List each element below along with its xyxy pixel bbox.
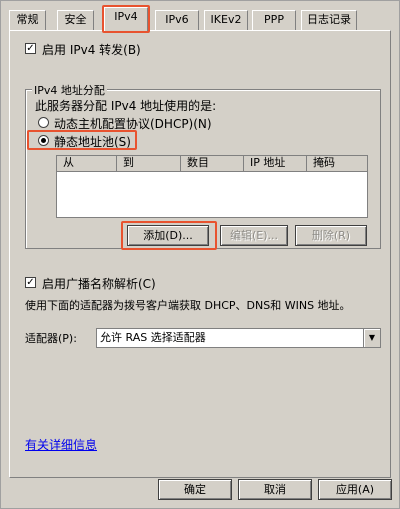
tab-security[interactable]: 安全 (57, 10, 94, 30)
adapter-select-value: 允许 RAS 选择适配器 (100, 331, 206, 344)
apply-button[interactable]: 应用(A) (318, 479, 392, 500)
column-header-ip-address[interactable]: IP 地址 (244, 156, 307, 172)
ipv4-forwarding-label: 启用 IPv4 转发(B) (42, 43, 141, 57)
address-pool-list[interactable]: 从 到 数目 IP 地址 掩码 (56, 155, 368, 218)
column-header-mask[interactable]: 掩码 (307, 156, 367, 172)
tab-ipv6[interactable]: IPv6 (155, 10, 199, 30)
column-header-from[interactable]: 从 (57, 156, 117, 172)
ok-button[interactable]: 确定 (158, 479, 232, 500)
delete-button[interactable]: 删除(R) (295, 225, 367, 246)
tab-ikev2[interactable]: IKEv2 (204, 10, 248, 30)
more-info-link[interactable]: 有关详细信息 (25, 436, 97, 453)
ipv4-forwarding-checkbox[interactable]: ✓ (25, 43, 36, 54)
column-header-to[interactable]: 到 (117, 156, 181, 172)
cancel-button[interactable]: 取消 (238, 479, 312, 500)
column-header-count[interactable]: 数目 (181, 156, 244, 172)
adapter-select[interactable]: 允许 RAS 选择适配器 ▼ (96, 328, 381, 348)
chevron-down-icon[interactable]: ▼ (363, 329, 380, 347)
address-group-description: 此服务器分配 IPv4 地址使用的是: (35, 99, 217, 113)
adapter-description: 使用下面的适配器为拨号客户端获取 DHCP、DNS和 WINS 地址。 (25, 299, 351, 312)
adapter-label: 适配器(P): (25, 332, 77, 345)
tab-ipv4[interactable]: IPv4 (104, 7, 148, 31)
broadcast-label: 启用广播名称解析(C) (42, 277, 156, 291)
tab-general[interactable]: 常规 (9, 10, 46, 30)
static-pool-radio[interactable] (38, 135, 49, 146)
static-pool-radio-label: 静态地址池(S) (54, 135, 131, 149)
add-button[interactable]: 添加(D)... (127, 225, 209, 246)
tab-ppp[interactable]: PPP (252, 10, 296, 30)
edit-button[interactable]: 编辑(E)... (220, 225, 288, 246)
tab-logging[interactable]: 日志记录 (301, 10, 357, 30)
dhcp-radio[interactable] (38, 117, 49, 128)
address-group-title: IPv4 地址分配 (32, 82, 107, 98)
dhcp-radio-label: 动态主机配置协议(DHCP)(N) (54, 117, 212, 131)
broadcast-checkbox[interactable]: ✓ (25, 277, 36, 288)
